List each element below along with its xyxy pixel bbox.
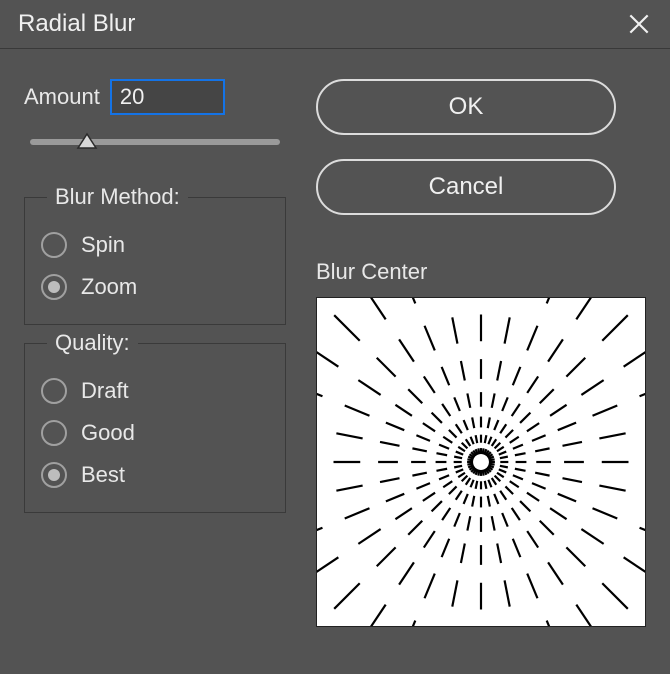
dialog-title: Radial Blur	[18, 10, 135, 38]
close-icon[interactable]	[626, 11, 652, 37]
radio-icon	[41, 378, 67, 404]
radio-icon	[41, 232, 67, 258]
radio-label: Good	[81, 420, 135, 446]
radio-zoom[interactable]: Zoom	[41, 266, 269, 308]
blur-method-legend: Blur Method:	[47, 184, 188, 210]
radio-best[interactable]: Best	[41, 454, 269, 496]
radio-good[interactable]: Good	[41, 412, 269, 454]
radio-label: Best	[81, 462, 125, 488]
radio-label: Zoom	[81, 274, 137, 300]
radio-draft[interactable]: Draft	[41, 370, 269, 412]
slider-thumb[interactable]	[76, 130, 98, 148]
blur-center-preview[interactable]	[316, 297, 646, 627]
ok-button[interactable]: OK	[316, 79, 616, 135]
radio-label: Draft	[81, 378, 129, 404]
amount-input[interactable]	[110, 79, 225, 115]
blur-method-group: Blur Method: Spin Zoom	[24, 197, 286, 325]
blur-center-label: Blur Center	[316, 259, 646, 285]
titlebar: Radial Blur	[0, 0, 670, 49]
radio-spin[interactable]: Spin	[41, 224, 269, 266]
quality-legend: Quality:	[47, 330, 138, 356]
radio-icon	[41, 462, 67, 488]
radio-label: Spin	[81, 232, 125, 258]
cancel-button[interactable]: Cancel	[316, 159, 616, 215]
amount-label: Amount	[24, 84, 100, 110]
slider-track	[30, 139, 280, 145]
radio-icon	[41, 274, 67, 300]
quality-group: Quality: Draft Good Best	[24, 343, 286, 513]
amount-slider[interactable]	[24, 127, 286, 157]
radio-icon	[41, 420, 67, 446]
